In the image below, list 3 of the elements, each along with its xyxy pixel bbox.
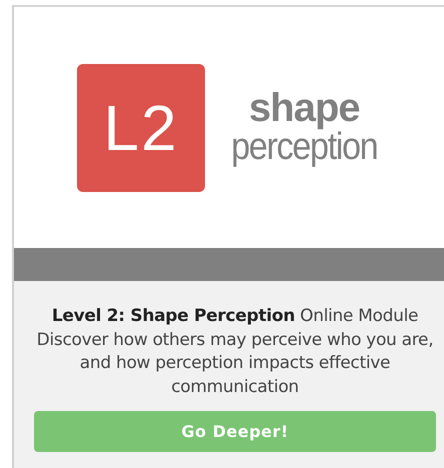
go-deeper-button[interactable]: Go Deeper! (34, 411, 436, 452)
module-description: Level 2: Shape Perception Online Module Discover how others may perceive who you are, and how perception impacts effective communication (36, 305, 434, 398)
logo-badge: L2 (77, 64, 205, 192)
